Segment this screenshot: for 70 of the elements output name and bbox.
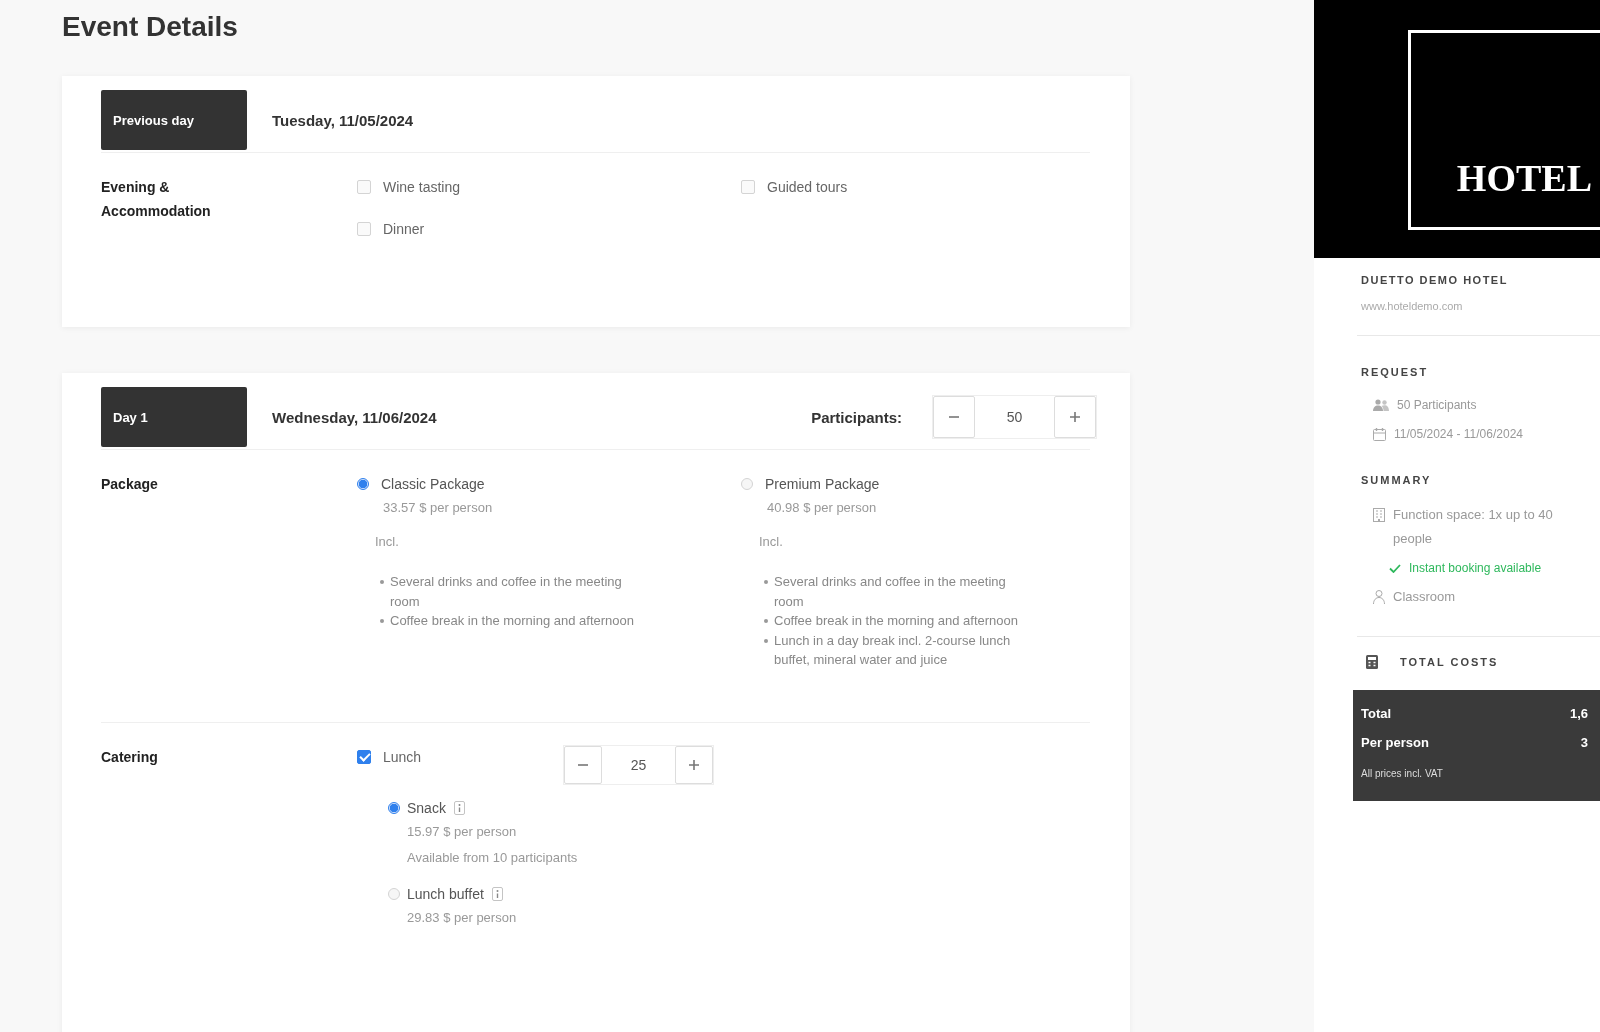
info-icon — [491, 886, 503, 901]
cost-label: Total — [1361, 705, 1392, 723]
day-date: Wednesday, 11/06/2024 — [272, 408, 437, 426]
bullet-icon — [380, 619, 384, 623]
logo-text: HOTEL — [1456, 159, 1592, 197]
bullet-icon — [764, 580, 768, 584]
check-icon — [1389, 564, 1401, 573]
increase-button[interactable] — [675, 745, 713, 784]
summary-text: 50 Participants — [1397, 397, 1477, 414]
day-badge: Previous day — [101, 90, 247, 150]
day-badge: Day 1 — [101, 387, 247, 447]
page-title: Event Details — [62, 10, 238, 42]
hotel-name: DUETTO DEMO HOTEL — [1361, 273, 1509, 288]
bullet-icon — [764, 638, 768, 643]
option-label[interactable]: Lunch — [383, 744, 422, 769]
package-price: 40.98 $ per person — [767, 499, 878, 517]
cost-label: Per person — [1361, 734, 1429, 752]
summary-text: Instant booking available — [1409, 560, 1542, 577]
summary-text: Function space: 1x up to 40 people — [1393, 506, 1554, 548]
section-label: Catering — [101, 747, 159, 767]
package-price: 33.57 $ per person — [383, 499, 494, 517]
included-item: Lunch in a day break incl. 2-course lunch buffet, mineral water and juice — [774, 631, 1012, 669]
catering-price: 15.97 $ per person — [407, 822, 518, 841]
option-label[interactable]: Guided tours — [767, 175, 848, 199]
plus-icon — [689, 759, 699, 770]
summary-text: 11/05/2024 - 11/06/2024 — [1394, 426, 1523, 443]
day-date: Tuesday, 11/05/2024 — [272, 111, 414, 129]
radio-button[interactable] — [357, 478, 369, 490]
section-heading: SUMMARY — [1361, 473, 1433, 488]
decrease-button[interactable] — [933, 396, 975, 438]
included-item: Coffee break in the morning and afternoon — [390, 612, 635, 630]
plus-icon — [1070, 412, 1080, 422]
included-label: Incl. — [759, 533, 784, 551]
cost-value: 3 — [1580, 734, 1588, 752]
included-item: Coffee break in the morning and afternoon — [774, 612, 1019, 630]
calculator-icon — [1366, 655, 1378, 669]
building-icon — [1373, 508, 1385, 522]
quantity-value: 50 — [1006, 409, 1023, 425]
quantity-value: 25 — [630, 756, 647, 773]
minus-icon — [578, 763, 588, 766]
option-label[interactable]: Dinner — [383, 217, 425, 241]
included-item: Several drinks and coffee in the meeting room — [774, 573, 1007, 611]
bullet-icon — [380, 580, 384, 584]
info-icon — [453, 800, 465, 815]
package-name[interactable]: Premium Package — [765, 472, 880, 496]
option-label[interactable]: Wine tasting — [383, 175, 461, 199]
people-icon — [1373, 399, 1389, 411]
summary-text: Classroom — [1393, 588, 1456, 606]
section-heading: REQUEST — [1361, 365, 1430, 380]
calendar-icon — [1373, 428, 1386, 441]
catering-name[interactable]: Lunch buffet — [407, 885, 484, 902]
catering-name[interactable]: Snack — [407, 799, 446, 816]
package-name[interactable]: Classic Package — [381, 472, 485, 496]
participants-label: Participants: — [811, 408, 902, 426]
decrease-button[interactable] — [564, 745, 602, 784]
section-label: Evening & Accommodation — [101, 178, 212, 221]
included-label: Incl. — [375, 533, 400, 551]
included-item: Several drinks and coffee in the meeting room — [390, 573, 623, 611]
section-heading: TOTAL COSTS — [1400, 655, 1499, 670]
section-label: Package — [101, 475, 159, 494]
catering-price: 29.83 $ per person — [407, 908, 518, 927]
cost-value: 1,6 — [1569, 705, 1588, 723]
bullet-icon — [764, 619, 768, 623]
increase-button[interactable] — [1054, 396, 1096, 438]
catering-note: Available from 10 participants — [407, 848, 579, 867]
minus-icon — [949, 416, 959, 418]
person-icon — [1373, 590, 1385, 604]
radio-button[interactable] — [388, 801, 400, 814]
checkbox[interactable] — [357, 749, 371, 764]
cost-note: All prices incl. VAT — [1361, 767, 1444, 781]
